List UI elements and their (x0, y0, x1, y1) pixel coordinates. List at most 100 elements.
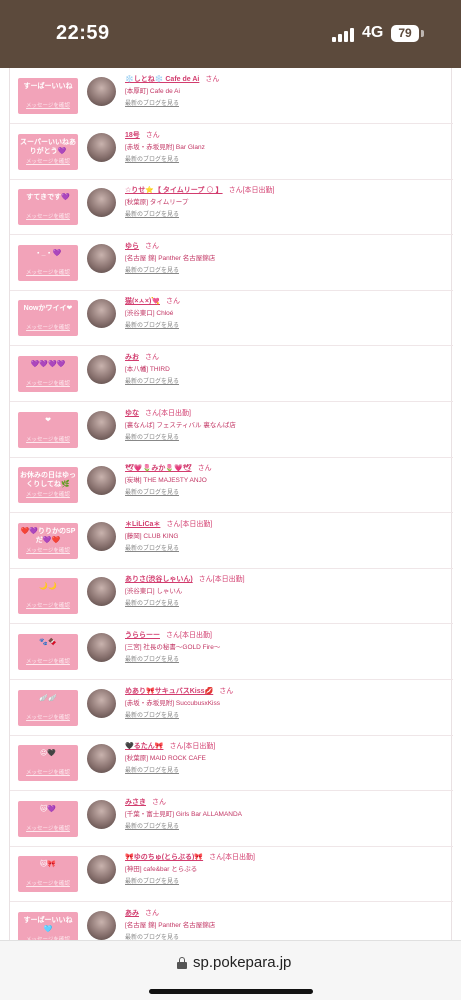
honorific: さん (145, 409, 159, 417)
message-bubble[interactable]: ❤ メッセージを確認 (14, 407, 82, 448)
cast-name-link[interactable]: ありさ(渋谷しゃいん) (125, 576, 193, 583)
cast-name-link[interactable]: 18号 (125, 132, 140, 139)
shop-name: [赤坂・赤坂見附] Bar Glanz (125, 143, 205, 151)
cast-name-link[interactable]: ☆りせ⭐️【 タイムリープ 🌕 】 (125, 187, 223, 194)
list-item: Nowかワイイ❤ メッセージを確認 猫(×ㅅ×)💘 さん [渋谷東口] Chloé 最新の… (10, 290, 453, 347)
cast-name-link[interactable]: 🕊💗🌷みか🌷💗🕊 (125, 465, 192, 472)
message-bubble[interactable]: 🐾🍫 メッセージを確認 (14, 629, 82, 670)
list-item: スーパーいいねありがとう💜 メッセージを確認 18号 さん [赤坂・赤坂見附] Bar … (10, 124, 453, 180)
cast-name-link[interactable]: めあり🎀サキュバスKiss💋 (125, 688, 213, 695)
avatar[interactable] (87, 355, 116, 384)
latest-blog-link[interactable]: 最新のブログを見る (125, 434, 179, 443)
cast-name-link[interactable]: あみ (125, 910, 139, 917)
check-message-link[interactable]: メッセージを確認 (18, 102, 78, 110)
message-bubble[interactable]: すてきです💜 メッセージを確認 (14, 184, 82, 226)
avatar[interactable] (87, 744, 116, 774)
check-message-link[interactable]: メッセージを確認 (18, 380, 78, 388)
bubble-message: Nowかワイイ❤ (23, 305, 73, 313)
latest-blog-link[interactable]: 最新のブログを見る (125, 156, 179, 165)
list-item: すーぱーいいね🩵 メッセージを確認 あみ さん [名古屋 錦] Panther 名古屋錦… (10, 902, 453, 940)
cast-name-link[interactable]: ＊LiLiCa＊ (125, 521, 160, 528)
avatar[interactable] (87, 633, 116, 662)
avatar[interactable] (87, 688, 116, 718)
avatar[interactable] (87, 299, 116, 329)
list-frame: すーぱーいいね メッセージを確認 ❄️しとね❄️ Cafe de Ai さん [本厚町]… (9, 68, 453, 940)
avatar[interactable] (87, 243, 116, 273)
shop-name: [秋葉原] タイムリープ (125, 199, 189, 207)
check-message-link[interactable]: メッセージを確認 (18, 547, 78, 555)
list-item: お休みの日はゆっくりしてね🌿 メッセージを確認 🕊💗🌷みか🌷💗🕊 さん [炭琳] THE… (10, 457, 453, 514)
check-message-link[interactable]: メッセージを確認 (18, 269, 78, 277)
avatar[interactable] (87, 77, 116, 106)
cast-name-link[interactable]: うららーー (125, 632, 160, 639)
cast-name-link[interactable]: 猫(×ㅅ×)💘 (125, 298, 160, 305)
message-bubble[interactable]: ・_・💜 メッセージを確認 (14, 240, 82, 281)
message-bubble[interactable]: すーぱーいいね メッセージを確認 (14, 73, 82, 114)
avatar[interactable] (87, 911, 116, 940)
message-bubble[interactable]: お休みの日はゆっくりしてね🌿 メッセージを確認 (14, 462, 82, 504)
network-label: 4G (362, 24, 384, 41)
avatar[interactable] (87, 410, 116, 440)
message-bubble[interactable]: 💜💜💜💜 メッセージを確認 (14, 351, 82, 392)
message-bubble[interactable]: 🐱💜 メッセージを確認 (14, 796, 82, 837)
latest-blog-link[interactable]: 最新のブログを見る (125, 600, 179, 609)
list-item: 💜💜💜💜 メッセージを確認 みお さん [本八幡] THIRD 最新のブログを見る (10, 346, 453, 402)
check-message-link[interactable]: メッセージを確認 (18, 825, 78, 833)
battery-icon: 79 (391, 25, 419, 42)
message-bubble[interactable]: 🪽🪽 メッセージを確認 (14, 685, 82, 726)
avatar[interactable] (87, 466, 116, 496)
latest-blog-link[interactable]: 最新のブログを見る (125, 489, 179, 498)
cast-name-link[interactable]: ❄️しとね❄️ Cafe de Ai (125, 76, 199, 83)
avatar[interactable] (87, 521, 116, 551)
avatar[interactable] (87, 799, 116, 829)
latest-blog-link[interactable]: 最新のブログを見る (125, 267, 179, 276)
shop-name: [炭琳] THE MAJESTY ANJO (125, 477, 207, 485)
check-message-link[interactable]: メッセージを確認 (18, 158, 78, 166)
check-message-link[interactable]: メッセージを確認 (18, 602, 78, 610)
check-message-link[interactable]: メッセージを確認 (18, 658, 78, 666)
check-message-link[interactable]: メッセージを確認 (18, 213, 78, 221)
message-bubble[interactable]: 😐🖤 メッセージを確認 (14, 740, 82, 782)
latest-blog-link[interactable]: 最新のブログを見る (125, 545, 179, 554)
message-bubble[interactable]: Nowかワイイ❤ メッセージを確認 (14, 295, 82, 337)
latest-blog-link[interactable]: 最新のブログを見る (125, 211, 179, 220)
check-message-link[interactable]: メッセージを確認 (18, 714, 78, 722)
latest-blog-link[interactable]: 最新のブログを見る (125, 656, 179, 665)
latest-blog-link[interactable]: 最新のブログを見る (125, 767, 179, 776)
cast-name-link[interactable]: みさき (125, 799, 146, 806)
latest-blog-link[interactable]: 最新のブログを見る (125, 712, 179, 721)
cast-name-line: めあり🎀サキュバスKiss💋 さん (125, 687, 445, 697)
message-list[interactable]: すーぱーいいね メッセージを確認 ❄️しとね❄️ Cafe de Ai さん [本厚町]… (0, 68, 461, 940)
message-bubble[interactable]: 🐱🎀 メッセージを確認 (14, 851, 82, 893)
check-message-link[interactable]: メッセージを確認 (18, 769, 78, 777)
latest-blog-link[interactable]: 最新のブログを見る (125, 378, 179, 387)
honorific: さん (169, 743, 184, 751)
avatar[interactable] (87, 188, 116, 218)
latest-blog-link[interactable]: 最新のブログを見る (125, 100, 179, 109)
message-bubble[interactable]: すーぱーいいね🩵 メッセージを確認 (14, 907, 82, 940)
message-bubble[interactable]: 🌙🌙 メッセージを確認 (14, 573, 82, 615)
cast-name-link[interactable]: ゆな (125, 410, 139, 417)
cast-name-link[interactable]: 🖤るたん🎀 (125, 743, 163, 750)
check-message-link[interactable]: メッセージを確認 (18, 491, 78, 499)
avatar[interactable] (87, 577, 116, 607)
status-bar: 22:59 4G 79 (0, 0, 461, 68)
check-message-link[interactable]: メッセージを確認 (18, 324, 78, 332)
check-message-link[interactable]: メッセージを確認 (18, 880, 78, 888)
message-bubble[interactable]: スーパーいいねありがとう💜 メッセージを確認 (14, 129, 82, 170)
latest-blog-link[interactable]: 最新のブログを見る (125, 878, 179, 887)
honorific: さん (228, 187, 243, 195)
cast-name-link[interactable]: 🎀ゆのちゅ(とらぶる)🎀 (125, 854, 203, 861)
message-bubble[interactable]: ❤️💜りりかのSPだ💜❤️ メッセージを確認 (14, 518, 82, 559)
url-text[interactable]: sp.pokepara.jp (193, 954, 291, 971)
cast-name-link[interactable]: ゆら (125, 243, 139, 250)
latest-blog-link[interactable]: 最新のブログを見る (125, 322, 179, 331)
check-message-link[interactable]: メッセージを確認 (18, 436, 78, 444)
avatar[interactable] (87, 855, 116, 885)
avatar[interactable] (87, 132, 116, 162)
cast-name-link[interactable]: みお (125, 354, 139, 361)
url-bar[interactable]: sp.pokepara.jp (0, 940, 461, 1000)
latest-blog-link[interactable]: 最新のブログを見る (125, 823, 179, 832)
cast-name-line: あみ さん (125, 909, 445, 919)
shop-name: [名古屋 錦] Panther 名古屋錦店 (125, 922, 216, 929)
